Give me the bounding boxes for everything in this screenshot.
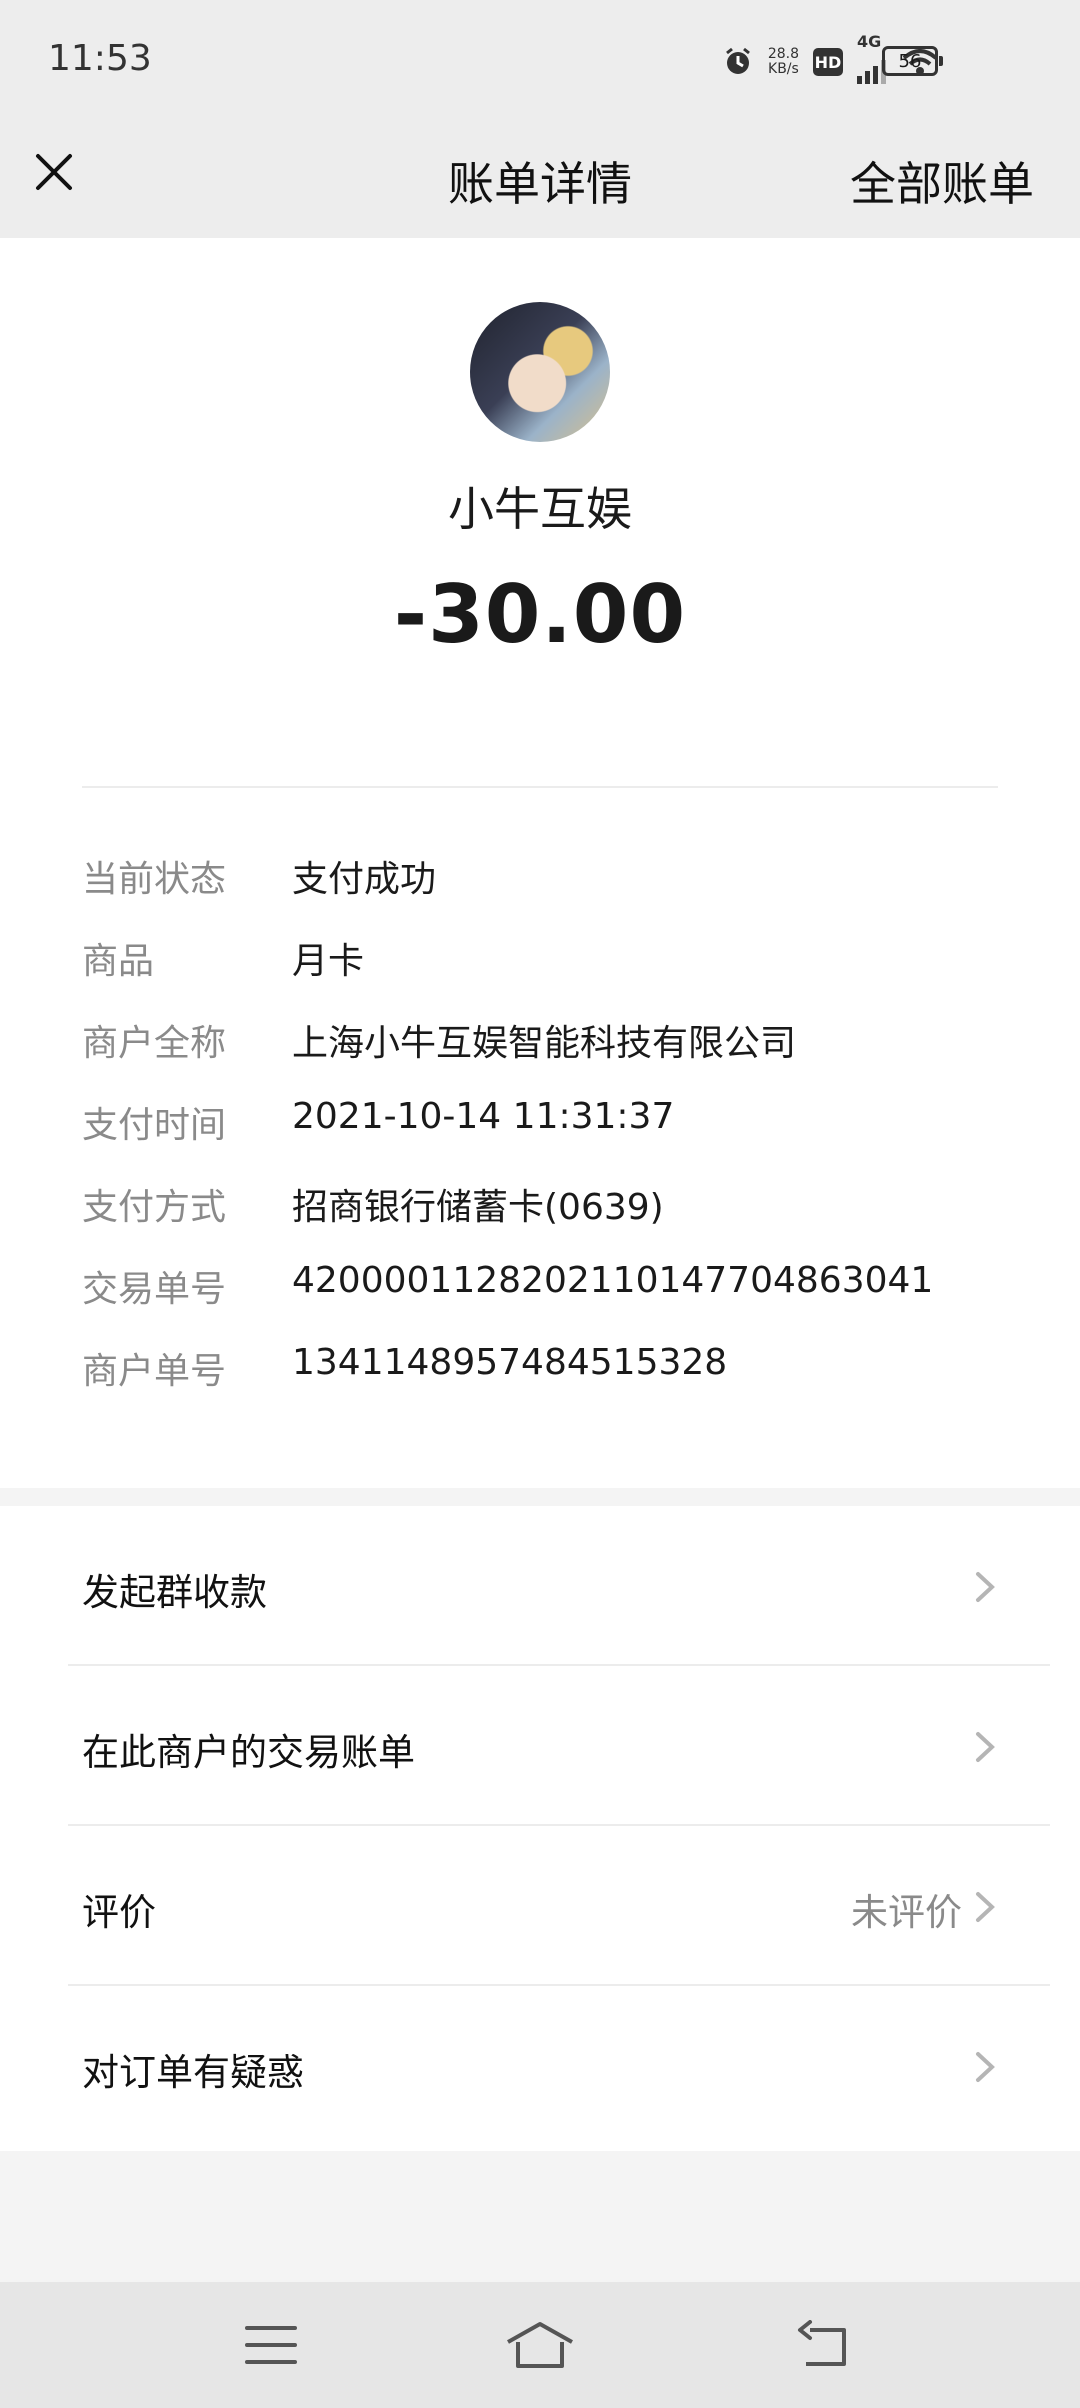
all-bills-link[interactable]: 全部账单 bbox=[850, 148, 1034, 214]
chevron-right-icon bbox=[976, 1572, 995, 1602]
detail-value: 招商银行储蓄卡(0639) bbox=[292, 1187, 664, 1228]
detail-row-product: 商品 月卡 bbox=[82, 932, 1042, 1014]
menu-icon[interactable] bbox=[243, 2320, 299, 2370]
merchant-name: 小牛互娱 bbox=[448, 482, 632, 536]
hd-icon: HD bbox=[813, 48, 843, 76]
action-review[interactable]: 评价 未评价 bbox=[0, 1826, 1080, 1986]
action-order-question[interactable]: 对订单有疑惑 bbox=[0, 1986, 1080, 2146]
back-icon[interactable] bbox=[796, 2320, 852, 2370]
detail-label: 商品 bbox=[82, 941, 155, 982]
review-status: 未评价 bbox=[851, 1891, 962, 1934]
system-nav-bar bbox=[0, 2282, 1080, 2408]
detail-value: 月卡 bbox=[292, 941, 365, 982]
detail-value: 支付成功 bbox=[292, 859, 437, 900]
net-speed: 28.8 KB/s bbox=[767, 46, 799, 77]
chevron-right-icon bbox=[976, 2052, 995, 2082]
chevron-right-icon bbox=[976, 1892, 995, 1922]
status-time: 11:53 bbox=[48, 38, 152, 79]
detail-list: 当前状态 支付成功 商品 月卡 商户全称 上海小牛互娱智能科技有限公司 支付时间… bbox=[82, 850, 1042, 1424]
detail-value: 1341148957484515328 bbox=[292, 1342, 728, 1383]
action-list: 发起群收款 在此商户的交易账单 评价 未评价 对订单有疑惑 bbox=[0, 1506, 1080, 2151]
bill-card: 小牛互娱 -30.00 当前状态 支付成功 商品 月卡 商户全称 上海小牛互娱智… bbox=[0, 238, 1080, 1488]
detail-row-status: 当前状态 支付成功 bbox=[82, 850, 1042, 932]
detail-label: 商户单号 bbox=[82, 1351, 227, 1392]
detail-value: 4200001128202110147704863041 bbox=[292, 1260, 934, 1301]
detail-value: 2021-10-14 11:31:37 bbox=[292, 1096, 675, 1137]
detail-label: 当前状态 bbox=[82, 859, 227, 900]
status-bar: 11:53 28.8 KB/s HD 4G 56 bbox=[0, 0, 1080, 120]
action-label: 评价 bbox=[82, 1891, 156, 1934]
detail-label: 商户全称 bbox=[82, 1023, 227, 1064]
home-icon[interactable] bbox=[504, 2320, 576, 2370]
detail-row-pay-time: 支付时间 2021-10-14 11:31:37 bbox=[82, 1096, 1042, 1178]
alarm-icon bbox=[725, 47, 750, 74]
action-group-collect[interactable]: 发起群收款 bbox=[0, 1506, 1080, 1666]
merchant-avatar bbox=[470, 302, 610, 442]
battery-icon: 56 bbox=[882, 46, 943, 76]
detail-row-merchant-order-id: 商户单号 1341148957484515328 bbox=[82, 1342, 1042, 1424]
divider bbox=[82, 786, 998, 788]
detail-label: 支付时间 bbox=[82, 1105, 227, 1146]
detail-value: 上海小牛互娱智能科技有限公司 bbox=[292, 1023, 797, 1064]
action-label: 对订单有疑惑 bbox=[82, 2051, 304, 2094]
action-label: 在此商户的交易账单 bbox=[82, 1731, 415, 1774]
chevron-right-icon bbox=[976, 1732, 995, 1762]
detail-row-pay-method: 支付方式 招商银行储蓄卡(0639) bbox=[82, 1178, 1042, 1260]
detail-label: 交易单号 bbox=[82, 1269, 227, 1310]
top-nav: 账单详情 全部账单 bbox=[0, 120, 1080, 238]
detail-row-transaction-id: 交易单号 4200001128202110147704863041 bbox=[82, 1260, 1042, 1342]
detail-label: 支付方式 bbox=[82, 1187, 227, 1228]
amount: -30.00 bbox=[393, 568, 687, 661]
detail-row-merchant-full-name: 商户全称 上海小牛互娱智能科技有限公司 bbox=[82, 1014, 1042, 1096]
action-label: 发起群收款 bbox=[82, 1571, 267, 1614]
action-merchant-bills[interactable]: 在此商户的交易账单 bbox=[0, 1666, 1080, 1826]
